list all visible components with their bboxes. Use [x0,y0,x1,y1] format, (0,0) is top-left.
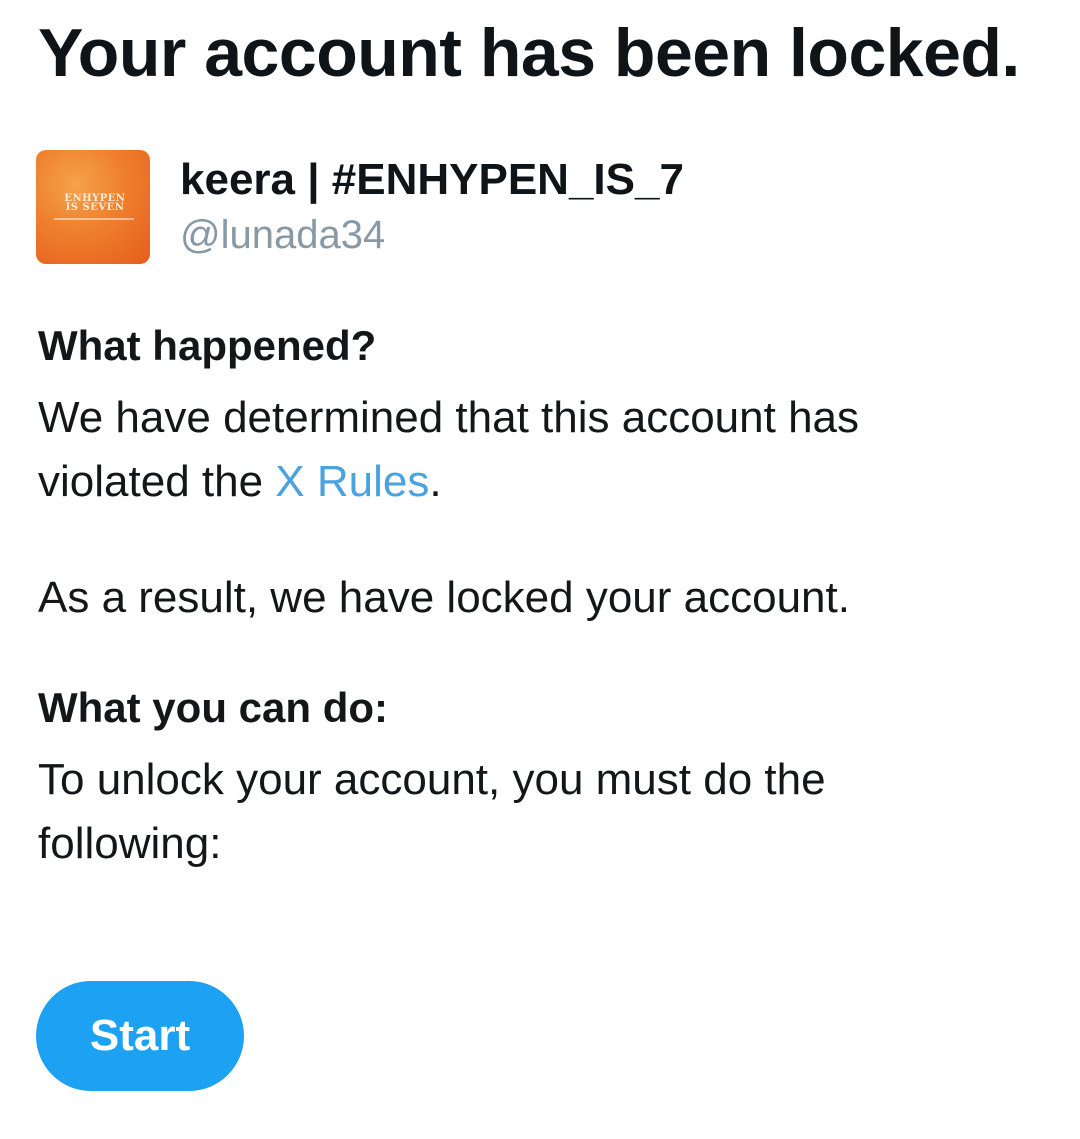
what-you-can-do-heading: What you can do: [38,684,388,731]
account-info: keera | #ENHYPEN_IS_7 @lunada34 [180,152,684,262]
start-button[interactable]: Start [36,981,244,1091]
x-rules-link[interactable]: X Rules [275,457,429,506]
what-happened-heading: What happened? [38,322,377,369]
avatar: ENHYPEN IS SEVEN [36,150,150,264]
account-card: ENHYPEN IS SEVEN keera | #ENHYPEN_IS_7 @… [36,150,684,264]
account-handle: @lunada34 [180,213,386,257]
result-text: As a result, we have locked your account… [38,573,850,622]
what-happened-text: We have determined that this account has… [38,393,860,506]
avatar-logo-text: ENHYPEN IS SEVEN [64,193,126,213]
unlock-instructions-text: To unlock your account, you must do the … [38,755,826,868]
page-title: Your account has been locked. [38,15,1020,91]
account-display-name: keera | #ENHYPEN_IS_7 [180,155,684,204]
avatar-decoration [54,218,134,220]
